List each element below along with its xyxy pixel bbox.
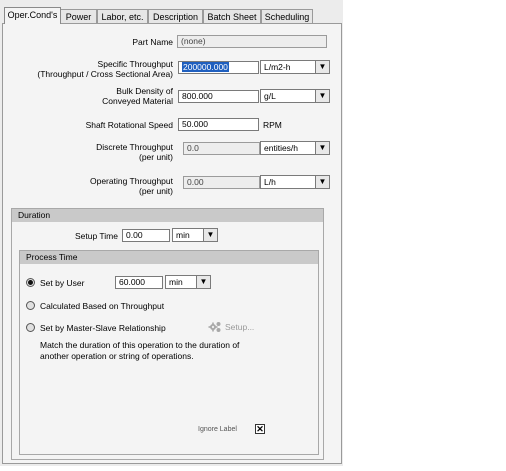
specific-throughput-label-2: (Throughput / Cross Sectional Area) [37, 69, 173, 79]
operating-throughput-field: 0.00 [183, 176, 260, 189]
master-slave-label: Set by Master-Slave Relationship [40, 323, 166, 333]
tab-labor[interactable]: Labor, etc. [97, 9, 148, 23]
setup-time-unit: min [176, 230, 190, 240]
ignore-label-checkbox[interactable]: ✕ [255, 424, 265, 434]
specific-throughput-label-1: Specific Throughput [97, 59, 173, 69]
discrete-throughput-label-1: Discrete Throughput [96, 142, 173, 152]
down-arrow-icon[interactable]: ▼ [203, 229, 217, 241]
down-arrow-icon[interactable]: ▼ [315, 90, 329, 102]
operating-throughput-unit: L/h [264, 177, 276, 187]
specific-throughput-value: 200000.000 [182, 62, 229, 72]
specific-throughput-input[interactable]: 200000.000 [178, 61, 259, 74]
part-name-field: (none) [177, 35, 327, 48]
discrete-throughput-unit-select[interactable]: entities/h ▼ [260, 141, 330, 155]
process-time-group: Process Time Set by User 60.000 min ▼ Ca… [19, 250, 319, 455]
master-slave-radio[interactable] [26, 323, 35, 332]
duration-group: Duration Setup Time 0.00 min ▼ Process T… [11, 208, 324, 460]
discrete-throughput-field: 0.0 [183, 142, 260, 155]
down-arrow-icon[interactable]: ▼ [315, 176, 329, 188]
part-name-label: Part Name [132, 37, 173, 47]
tab-oper-conds[interactable]: Oper.Cond's [4, 7, 61, 24]
process-time-input[interactable]: 60.000 [115, 276, 163, 289]
tab-bar: Oper.Cond's Power Labor, etc. Descriptio… [2, 7, 342, 24]
dialog-panel: Oper.Cond's Power Labor, etc. Descriptio… [0, 0, 343, 466]
specific-throughput-unit: L/m2-h [264, 62, 291, 72]
bulk-density-unit-select[interactable]: g/L ▼ [260, 89, 330, 103]
bulk-density-label-1: Bulk Density of [116, 86, 173, 96]
tab-scheduling[interactable]: Scheduling [261, 9, 313, 23]
tab-content: Part Name (none) Specific Throughput (Th… [2, 23, 342, 464]
process-time-header: Process Time [20, 251, 318, 264]
setup-button[interactable]: Setup... [208, 319, 278, 335]
discrete-throughput-unit: entities/h [264, 143, 299, 153]
bulk-density-label-2: Conveyed Material [102, 96, 173, 106]
setup-time-unit-select[interactable]: min ▼ [172, 228, 218, 242]
calculated-radio[interactable] [26, 301, 35, 310]
bulk-density-unit: g/L [264, 91, 276, 101]
setup-time-label: Setup Time [75, 231, 118, 241]
set-by-user-radio[interactable] [26, 278, 35, 287]
tab-description[interactable]: Description [148, 9, 203, 23]
tab-power[interactable]: Power [60, 9, 97, 23]
process-time-unit-select[interactable]: min ▼ [165, 275, 211, 289]
shaft-speed-input[interactable]: 50.000 [178, 118, 259, 131]
setup-time-input[interactable]: 0.00 [122, 229, 170, 242]
duration-header: Duration [12, 209, 323, 222]
ignore-label: Ignore Label [198, 426, 237, 433]
down-arrow-icon[interactable]: ▼ [315, 61, 329, 73]
shaft-speed-unit: RPM [263, 120, 282, 130]
operating-throughput-unit-select[interactable]: L/h ▼ [260, 175, 330, 189]
operating-throughput-label-2: (per unit) [138, 186, 173, 196]
bulk-density-input[interactable]: 800.000 [178, 90, 259, 103]
specific-throughput-unit-select[interactable]: L/m2-h ▼ [260, 60, 330, 74]
down-arrow-icon[interactable]: ▼ [315, 142, 329, 154]
calculated-label: Calculated Based on Throughput [40, 301, 165, 311]
operating-throughput-label-1: Operating Throughput [89, 176, 173, 186]
process-time-unit: min [169, 277, 183, 287]
setup-button-label: Setup... [225, 322, 255, 332]
master-slave-description: Match the duration of this operation to … [40, 340, 240, 361]
set-by-user-label: Set by User [40, 278, 85, 288]
gear-icon [208, 322, 221, 332]
shaft-speed-label: Shaft Rotational Speed [85, 120, 173, 130]
tab-batch-sheet[interactable]: Batch Sheet [203, 9, 261, 23]
discrete-throughput-label-2: (per unit) [138, 152, 173, 162]
down-arrow-icon[interactable]: ▼ [196, 276, 210, 288]
